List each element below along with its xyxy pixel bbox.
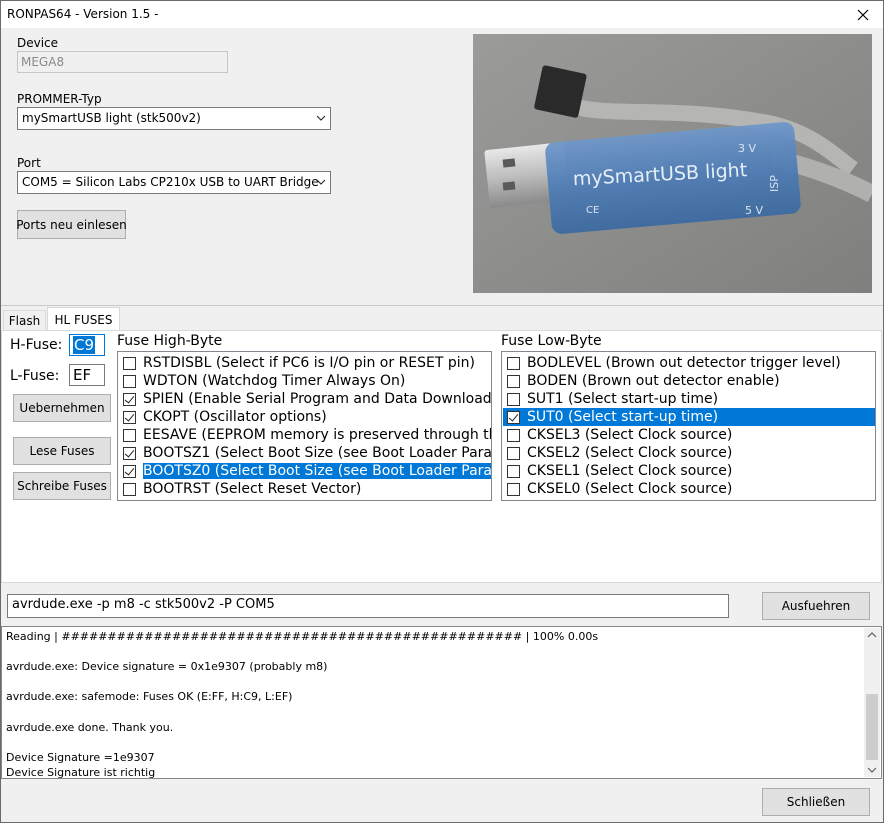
h-fuse-value: C9 (73, 336, 96, 354)
device-field: MEGA8 (17, 51, 228, 73)
checkbox[interactable] (507, 428, 520, 442)
rescan-ports-button[interactable]: Ports neu einlesen (16, 210, 127, 239)
list-item[interactable]: CKSEL3 (Select Clock source) (503, 426, 875, 444)
log-line: Device Signature =1e9307 (6, 751, 155, 764)
checkbox[interactable] (123, 482, 136, 496)
list-item-label: CKSEL3 (Select Clock source) (527, 427, 733, 443)
list-item[interactable]: CKSEL2 (Select Clock source) (503, 444, 875, 462)
scroll-up-icon[interactable] (867, 631, 877, 639)
l-fuse-input[interactable]: EF (69, 364, 105, 386)
photo-ce-text: CE (586, 205, 599, 216)
scrollbar-thumb[interactable] (866, 694, 878, 760)
output-log[interactable]: Reading | ##############################… (1, 626, 882, 779)
list-item-label: SUT1 (Select start-up time) (527, 391, 719, 407)
list-item[interactable]: EESAVE (EEPROM memory is preserved throu… (119, 426, 491, 444)
log-line: avrdude.exe done. Thank you. (6, 721, 174, 734)
window-close-button[interactable] (847, 2, 879, 27)
prommer-label: PROMMER-Typ (17, 92, 102, 106)
section-divider (1, 305, 883, 306)
checkbox[interactable] (123, 428, 136, 442)
photo-3v-text: 3 V (738, 142, 756, 155)
fuse-high-listbox: RSTDISBL (Select if PC6 is I/O pin or RE… (117, 351, 492, 501)
log-line: Device Signature ist richtig (6, 766, 156, 779)
list-item-label: SUT0 (Select start-up time) (527, 409, 719, 425)
port-select-value: COM5 = Silicon Labs CP210x USB to UART B… (22, 175, 319, 189)
prommer-select-value: mySmartUSB light (stk500v2) (22, 111, 201, 125)
h-fuse-label: H-Fuse: (10, 337, 63, 353)
photo-5v-text: 5 V (745, 204, 763, 217)
command-input[interactable]: avrdude.exe -p m8 -c stk500v2 -P COM5 (7, 594, 729, 618)
mysmartusb-photo: mySmartUSB light 3 V 5 V CE ISP (473, 34, 872, 293)
window-title: RONPAS64 - Version 1.5 - (7, 7, 159, 21)
list-item-label: BOOTRST (Select Reset Vector) (143, 481, 362, 497)
execute-button[interactable]: Ausfuehren (762, 592, 870, 620)
list-item[interactable]: BODLEVEL (Brown out detector trigger lev… (503, 354, 875, 372)
list-item[interactable]: BOOTSZ1 (Select Boot Size (see Boot Load… (119, 444, 492, 462)
list-item[interactable]: CKSEL1 (Select Clock source) (503, 462, 875, 480)
list-item-label: BODLEVEL (Brown out detector trigger lev… (527, 355, 841, 371)
checkbox[interactable] (123, 392, 136, 406)
list-item[interactable]: RSTDISBL (Select if PC6 is I/O pin or RE… (119, 354, 491, 372)
prommer-select[interactable]: mySmartUSB light (stk500v2) (17, 107, 331, 130)
checkbox[interactable] (507, 356, 520, 370)
list-item[interactable]: BOOTRST (Select Reset Vector) (119, 480, 491, 498)
list-item[interactable]: SUT0 (Select start-up time) (503, 408, 875, 426)
checkbox[interactable] (507, 374, 520, 388)
fuse-low-title: Fuse Low-Byte (501, 333, 602, 349)
checkbox[interactable] (507, 464, 520, 478)
fuse-low-listbox: BODLEVEL (Brown out detector trigger lev… (501, 351, 876, 501)
list-item[interactable]: BOOTSZ0 (Select Boot Size (see Boot Load… (119, 462, 491, 480)
title-bar: RONPAS64 - Version 1.5 - (1, 1, 883, 28)
list-item-label: CKOPT (Oscillator options) (143, 409, 327, 425)
list-item-label: CKSEL0 (Select Clock source) (527, 481, 733, 497)
apply-fuses-button[interactable]: Uebernehmen (13, 394, 111, 422)
scroll-down-icon[interactable] (867, 766, 877, 774)
list-item-label: EESAVE (EEPROM memory is preserved throu… (143, 427, 491, 443)
port-select[interactable]: COM5 = Silicon Labs CP210x USB to UART B… (17, 171, 331, 194)
photo-isp-text: ISP (768, 175, 781, 192)
log-line: avrdude.exe: Device signature = 0x1e9307… (6, 660, 328, 673)
write-fuses-button[interactable]: Schreibe Fuses (13, 472, 111, 500)
checkbox[interactable] (123, 374, 136, 388)
chevron-down-icon (316, 115, 326, 121)
list-item-label: BODEN (Brown out detector enable) (527, 373, 780, 389)
log-line: Reading | ##############################… (6, 630, 599, 643)
port-label: Port (17, 156, 41, 170)
l-fuse-value: EF (73, 366, 92, 384)
checkbox[interactable] (123, 446, 136, 460)
chevron-down-icon (316, 179, 326, 185)
log-scrollbar[interactable] (864, 628, 880, 777)
h-fuse-input[interactable]: C9 (69, 334, 105, 356)
read-fuses-button[interactable]: Lese Fuses (13, 437, 111, 465)
fuse-high-title: Fuse High-Byte (117, 333, 223, 349)
log-line: avrdude.exe: safemode: Fuses OK (E:FF, H… (6, 690, 293, 703)
device-photo: mySmartUSB light 3 V 5 V CE ISP (473, 34, 872, 293)
list-item[interactable]: CKSEL0 (Select Clock source) (503, 480, 875, 498)
list-item-label: RSTDISBL (Select if PC6 is I/O pin or RE… (143, 355, 476, 371)
list-item[interactable]: SUT1 (Select start-up time) (503, 390, 875, 408)
tab-flash[interactable]: Flash (3, 310, 46, 330)
checkbox[interactable] (507, 410, 520, 424)
checkbox[interactable] (507, 482, 520, 496)
list-item-label: BOOTSZ1 (Select Boot Size (see Boot Load… (143, 445, 492, 461)
list-item-label: SPIEN (Enable Serial Program and Data Do… (143, 391, 492, 407)
close-dialog-button[interactable]: Schließen (762, 788, 870, 816)
device-label: Device (17, 36, 59, 50)
list-item-label: CKSEL1 (Select Clock source) (527, 463, 733, 479)
tab-hl-fuses[interactable]: HL FUSES (47, 307, 120, 331)
list-item[interactable]: CKOPT (Oscillator options) (119, 408, 491, 426)
checkbox[interactable] (123, 356, 136, 370)
checkbox[interactable] (123, 464, 136, 478)
checkbox[interactable] (507, 392, 520, 406)
list-item[interactable]: WDTON (Watchdog Timer Always On) (119, 372, 491, 390)
list-item-label: BOOTSZ0 (Select Boot Size (see Boot Load… (143, 463, 491, 479)
checkbox[interactable] (123, 410, 136, 424)
list-item-label: WDTON (Watchdog Timer Always On) (143, 373, 406, 389)
l-fuse-label: L-Fuse: (10, 368, 60, 384)
list-item-label: CKSEL2 (Select Clock source) (527, 445, 733, 461)
checkbox[interactable] (507, 446, 520, 460)
list-item[interactable]: SPIEN (Enable Serial Program and Data Do… (119, 390, 492, 408)
list-item[interactable]: BODEN (Brown out detector enable) (503, 372, 875, 390)
close-icon (857, 9, 869, 20)
